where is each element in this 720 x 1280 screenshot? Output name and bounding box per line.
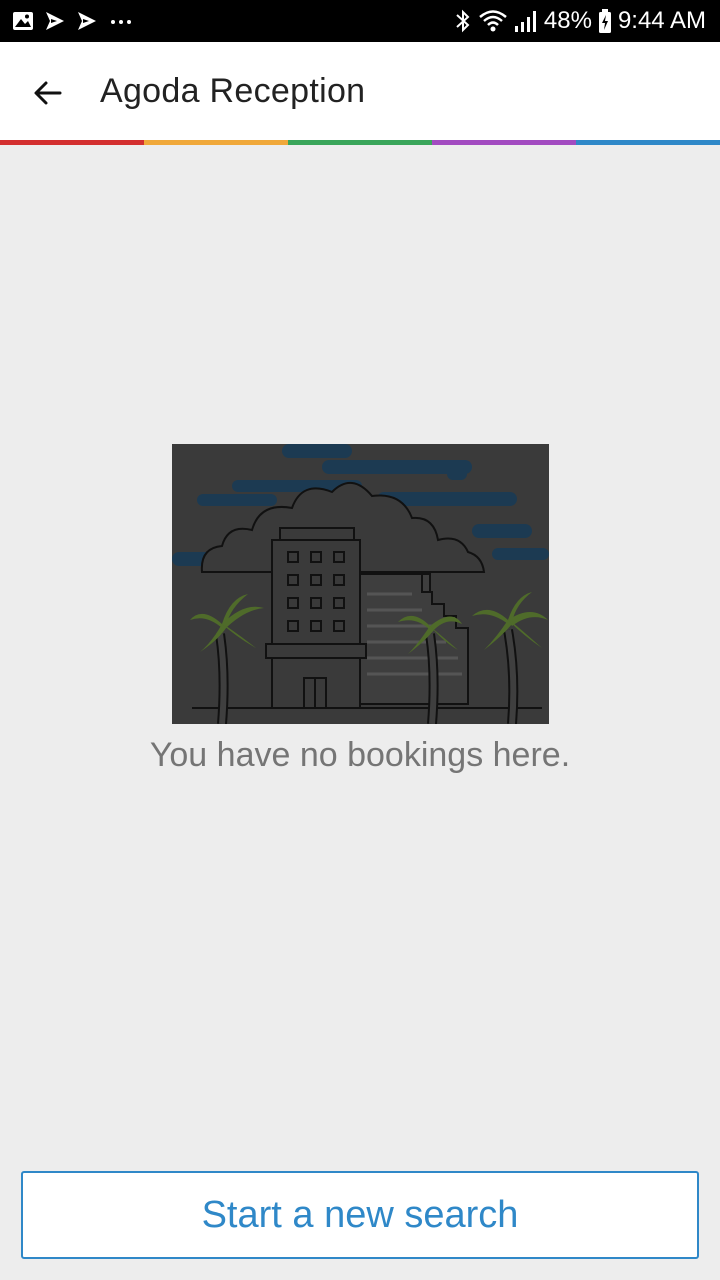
page-title: Agoda Reception: [100, 72, 366, 110]
toolbar: Agoda Reception: [0, 42, 720, 140]
notification-icon: [78, 12, 96, 30]
notification-icon: [46, 12, 64, 30]
back-button[interactable]: [22, 67, 74, 119]
signal-icon: [514, 11, 536, 32]
status-icons-right: 48% 9:44 AM: [454, 6, 706, 36]
image-icon: [13, 12, 33, 30]
arrow-left-icon: [34, 81, 62, 105]
rainbow-segment-purple: [432, 140, 576, 145]
rainbow-segment-red: [0, 140, 144, 145]
start-new-search-button[interactable]: Start a new search: [21, 1171, 699, 1259]
more-icon: [111, 20, 131, 24]
battery-percent: 48%: [543, 7, 592, 34]
wifi-icon: [479, 10, 507, 32]
rainbow-segment-green: [288, 140, 432, 145]
status-bar: 48% 9:44 AM: [0, 0, 720, 42]
rainbow-segment-blue: [576, 140, 720, 145]
rainbow-segment-orange: [144, 140, 288, 145]
bluetooth-icon: [456, 9, 470, 33]
status-icons-left: [12, 8, 134, 34]
battery-icon: [598, 9, 611, 33]
start-new-search-label: Start a new search: [201, 1193, 519, 1236]
empty-state-message: You have no bookings here.: [149, 736, 571, 774]
clock: 9:44 AM: [617, 7, 706, 34]
hotel-illustration: [172, 444, 549, 724]
rainbow-divider: [0, 140, 720, 145]
